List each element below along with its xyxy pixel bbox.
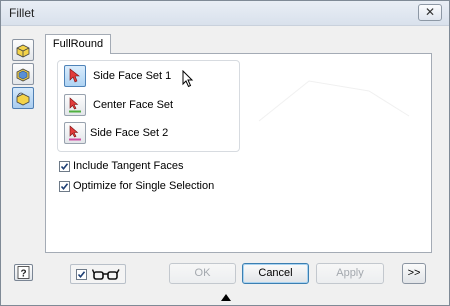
select-arrow-icon <box>69 97 81 113</box>
checkmark-icon <box>60 183 69 191</box>
include-tangent-faces-label: Include Tangent Faces <box>73 160 184 172</box>
select-arrow-icon <box>69 68 80 83</box>
svg-text:?: ? <box>20 269 26 280</box>
tab-fullround[interactable]: FullRound <box>45 34 111 54</box>
include-tangent-faces-checkbox[interactable] <box>59 161 70 172</box>
checkmark-icon <box>60 163 69 171</box>
help-icon: ? <box>17 266 30 280</box>
full-round-fillet-button[interactable] <box>12 87 34 109</box>
full-round-fillet-icon <box>16 92 30 106</box>
checkmark-icon <box>77 271 86 279</box>
apply-button[interactable]: Apply <box>316 263 384 284</box>
more-options-button[interactable]: >> <box>402 263 426 284</box>
cancel-button[interactable]: Cancel <box>242 263 309 284</box>
help-button[interactable]: ? <box>14 264 33 281</box>
ok-button[interactable]: OK <box>169 263 236 284</box>
center-face-set-label: Center Face Set <box>93 99 174 111</box>
optimize-single-selection-label: Optimize for Single Selection <box>73 180 215 192</box>
center-face-set-button[interactable] <box>64 94 86 116</box>
expand-arrow-icon[interactable] <box>221 294 231 301</box>
dialog-title: Fillet <box>9 6 35 20</box>
fillet-dialog: Fillet ✕ FullRound Side Face Set 1 Cente… <box>0 0 450 306</box>
background-watermark <box>258 80 410 122</box>
select-arrow-icon <box>69 125 81 141</box>
title-bar[interactable]: Fillet ✕ <box>1 1 449 26</box>
edge-fillet-icon <box>16 44 30 58</box>
preview-toggle-group <box>70 264 126 284</box>
side-face-set-2-label: Side Face Set 2 <box>90 127 169 139</box>
glasses-icon <box>92 269 120 280</box>
side-face-set-1-button[interactable] <box>64 65 86 87</box>
face-fillet-icon <box>16 68 30 82</box>
side-face-set-2-button[interactable] <box>64 122 86 144</box>
close-button[interactable]: ✕ <box>418 4 442 21</box>
face-fillet-button[interactable] <box>12 63 34 85</box>
preview-checkbox[interactable] <box>76 269 87 280</box>
side-face-set-1-label: Side Face Set 1 <box>93 70 172 82</box>
optimize-single-selection-checkbox[interactable] <box>59 181 70 192</box>
edge-fillet-button[interactable] <box>12 39 34 61</box>
mouse-cursor-icon <box>182 70 194 88</box>
